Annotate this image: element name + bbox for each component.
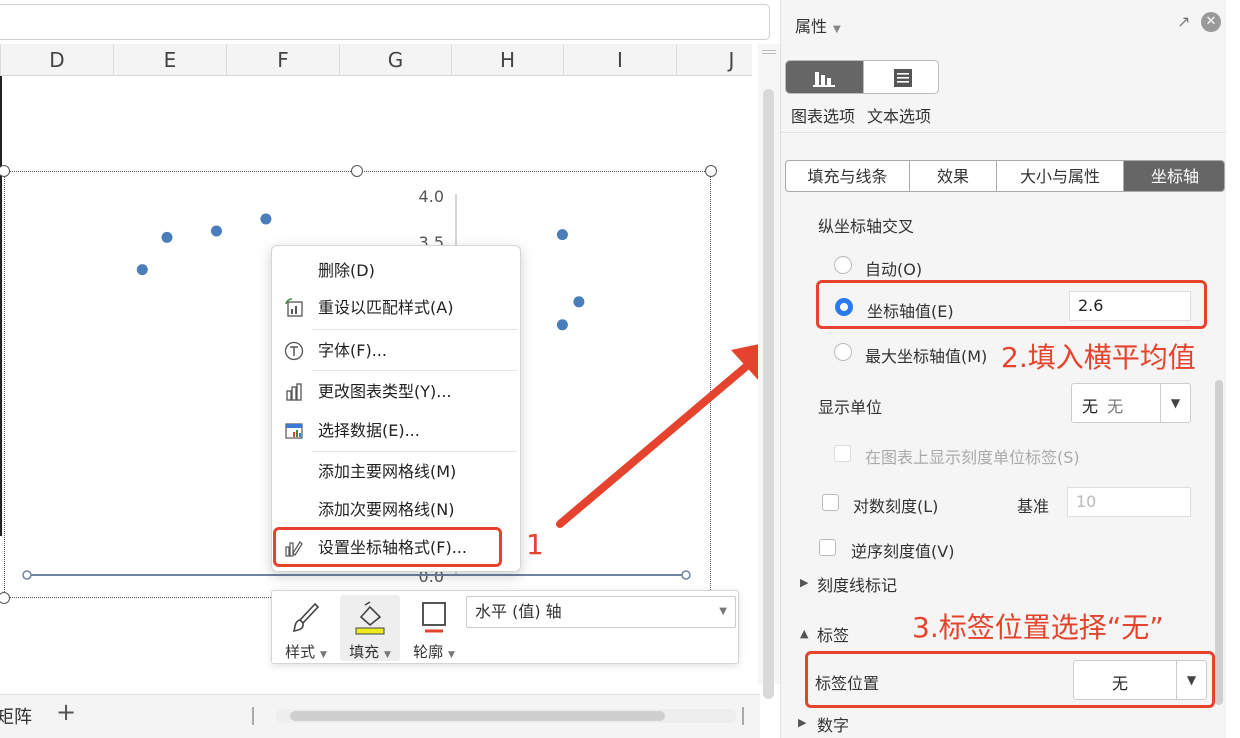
chevron-right-icon[interactable]: ▶: [800, 576, 808, 589]
scroll-thumb[interactable]: [763, 89, 774, 699]
scroll-thumb[interactable]: [290, 711, 665, 721]
vertical-axis-crosses-heading: 纵坐标轴交叉: [818, 217, 915, 236]
chart-options-tab[interactable]: [786, 61, 863, 93]
undock-icon[interactable]: ↗: [1177, 12, 1190, 31]
text-options-tab[interactable]: [863, 61, 938, 93]
radio-max-axis-value-label[interactable]: 最大坐标轴值(M): [865, 343, 987, 367]
axis-options-tabs: 填充与线条 效果 大小与属性 坐标轴: [785, 160, 1225, 192]
window-edge: [1226, 0, 1240, 738]
vertical-scrollbar[interactable]: [758, 44, 780, 699]
chart-options-label[interactable]: 图表选项: [791, 107, 855, 126]
radio-max-axis-value[interactable]: [834, 343, 852, 361]
panel-title[interactable]: 属性 ▼: [795, 13, 841, 37]
annotation-step-2: 2.填入横平均值: [1001, 341, 1196, 374]
show-units-label-checkbox[interactable]: [834, 445, 851, 462]
display-units-select[interactable]: 无 无 ▼: [1071, 383, 1191, 423]
display-units-value-sub: 无: [1107, 397, 1124, 416]
panel-divider: [781, 132, 1227, 133]
chevron-down-icon[interactable]: ▲: [800, 627, 808, 640]
chevron-down-icon[interactable]: ▼: [1160, 384, 1190, 422]
log-scale-checkbox[interactable]: [822, 494, 839, 511]
numbers-section[interactable]: 数字: [817, 712, 849, 738]
labels-section[interactable]: 标签: [817, 622, 849, 646]
radio-auto[interactable]: [834, 256, 852, 274]
display-units-label: 显示单位: [818, 398, 883, 417]
show-units-label-text: 在图表上显示刻度单位标签(S): [865, 448, 1080, 467]
panel-title-label: 属性: [795, 17, 828, 36]
tab-size-properties[interactable]: 大小与属性: [997, 161, 1124, 191]
sheet-tab[interactable]: 矩阵: [0, 703, 32, 729]
scroll-split-icon: [252, 707, 254, 725]
add-sheet-button[interactable]: +: [56, 698, 76, 726]
sheet-tab-bar: 矩阵 +: [0, 694, 760, 738]
tab-axis[interactable]: 坐标轴: [1124, 161, 1224, 191]
close-icon[interactable]: ✕: [1201, 12, 1221, 32]
highlight-label-position: [805, 651, 1215, 708]
option-type-switch: [785, 60, 939, 94]
display-units-value: 无 无: [1082, 393, 1123, 417]
annotation-arrow: [556, 340, 778, 528]
highlight-axis-value: [816, 280, 1207, 329]
log-base-label: 基准: [1017, 497, 1050, 516]
bar-chart-icon: [813, 72, 835, 87]
annotation-step-3: 3.标签位置选择“无”: [912, 611, 1164, 644]
tab-effects[interactable]: 效果: [910, 161, 997, 191]
radio-auto-label[interactable]: 自动(O): [865, 256, 922, 280]
tab-fill-line[interactable]: 填充与线条: [786, 161, 910, 191]
option-type-labels: 图表选项 文本选项: [791, 103, 943, 127]
reverse-order-label: 逆序刻度值(V): [851, 542, 955, 561]
scroll-grip-icon: [762, 50, 776, 54]
tick-marks-section[interactable]: 刻度线标记: [817, 572, 897, 596]
text-options-label[interactable]: 文本选项: [867, 107, 931, 126]
horizontal-scrollbar[interactable]: [276, 709, 736, 723]
scroll-split-icon: [742, 707, 744, 725]
display-units-value-text: 无: [1082, 397, 1099, 416]
chevron-down-icon: ▼: [833, 24, 841, 35]
panel-scroll-thumb[interactable]: [1215, 380, 1223, 705]
chevron-right-icon[interactable]: ▶: [798, 716, 806, 729]
log-base-input[interactable]: 10: [1067, 487, 1191, 517]
reverse-order-checkbox[interactable]: [819, 539, 836, 556]
log-scale-label: 对数刻度(L): [853, 497, 939, 516]
text-document-icon: [894, 69, 912, 87]
